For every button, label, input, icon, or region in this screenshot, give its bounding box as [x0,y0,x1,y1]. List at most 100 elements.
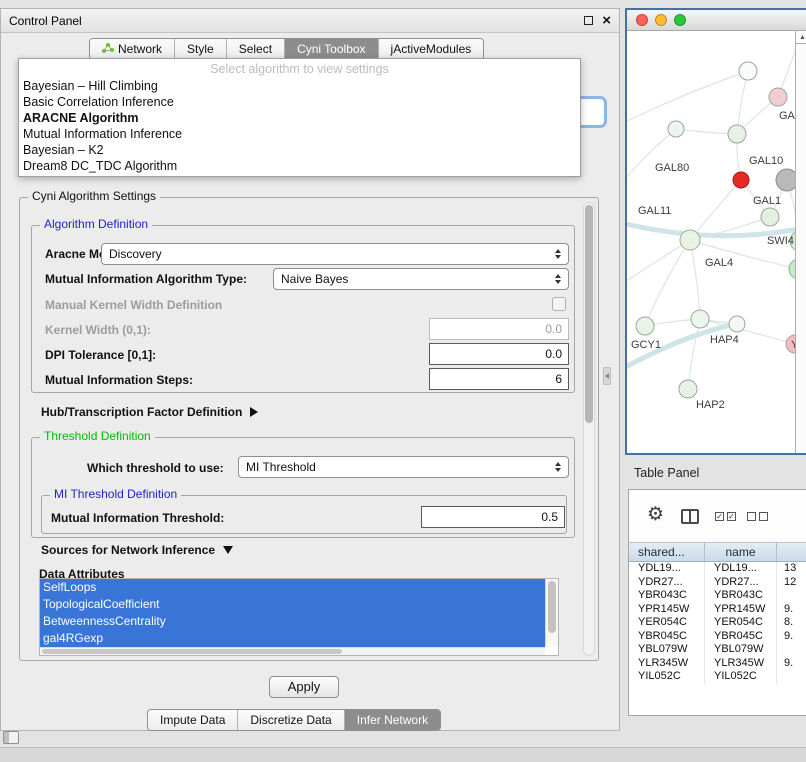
table-cell [777,670,806,684]
tab-cyni-toolbox[interactable]: Cyni Toolbox [284,39,377,59]
dpi-tolerance-field[interactable]: 0.0 [429,343,569,365]
attribute-list-vscrollbar[interactable] [545,579,558,647]
algorithm-option-bayesian-hill-climbing[interactable]: Bayesian – Hill Climbing [19,78,580,94]
column-header-shared[interactable]: shared... [629,543,705,561]
scroll-up-icon[interactable]: ▲ [796,31,806,44]
status-strip [0,747,806,762]
zoom-traffic-light[interactable] [674,14,686,26]
mi-steps-field[interactable]: 6 [429,368,569,390]
attribute-list-hthumb[interactable] [42,649,342,654]
panel-resize-handle[interactable] [603,367,611,385]
network-node[interactable] [636,317,654,335]
algorithm-option-dream8-dc-tdc-algorithm[interactable]: Dream8 DC_TDC Algorithm [19,158,580,174]
network-edge[interactable] [688,319,700,389]
attribute-item-betweennesscentrality[interactable]: BetweennessCentrality [40,613,546,630]
bottom-tab-impute-data[interactable]: Impute Data [148,710,237,730]
close-traffic-light[interactable] [636,14,648,26]
network-node[interactable] [668,121,684,137]
table-row[interactable]: YIL052CYIL052C [629,670,806,684]
network-edge[interactable] [627,71,748,123]
table-row[interactable]: YBR043CYBR043C [629,589,806,603]
hub-definition-toggle[interactable]: Hub/Transcription Factor Definition [41,403,258,421]
attribute-item-topologicalcoefficient[interactable]: TopologicalCoefficient [40,596,546,613]
network-edge[interactable] [645,240,690,326]
aracne-mode-select[interactable]: Discovery [101,243,569,265]
node-label-gal4: GAL4 [705,257,733,269]
tab-jactivemodules[interactable]: jActiveModules [378,39,484,59]
table-cell: YIL052C [629,670,705,684]
network-node[interactable] [739,62,757,80]
deselect-all-icon[interactable] [747,512,768,521]
mi-threshold-group-title: MI Threshold Definition [50,487,181,501]
table-cell: 9. [777,657,806,671]
network-vscrollbar[interactable]: ▲ [795,31,806,453]
table-cell: 8. [777,616,806,630]
attribute-item-selfloops[interactable]: SelfLoops [40,579,546,596]
mi-threshold-field[interactable]: 0.5 [421,506,565,528]
minimize-traffic-light[interactable] [655,14,667,26]
table-row[interactable]: YDR27...YDR27...12 [629,576,806,590]
network-node[interactable] [679,380,697,398]
table-panel-toolbar: ⚙ ✓ ✓ [629,490,806,542]
tab-network[interactable]: Network [90,39,174,59]
which-threshold-select[interactable]: MI Threshold [238,456,569,478]
tab-select[interactable]: Select [226,39,284,59]
bottom-tab-infer-network-label: Infer Network [357,713,428,727]
network-node[interactable] [691,310,709,328]
network-node[interactable] [733,172,749,188]
apply-button[interactable]: Apply [269,676,339,698]
attribute-list-vthumb[interactable] [548,581,556,633]
settings-scrollbar[interactable] [583,202,595,656]
dpi-tolerance-label: DPI Tolerance [0,1]: [45,346,156,364]
settings-scrollbar-thumb[interactable] [585,205,593,423]
algorithm-option-basic-correlation-inference[interactable]: Basic Correlation Inference [19,94,580,110]
table-row[interactable]: YPR145WYPR145W9. [629,603,806,617]
algorithm-option-bayesian-k2[interactable]: Bayesian – K2 [19,142,580,158]
float-window-icon[interactable] [584,16,593,25]
gear-icon[interactable]: ⚙ [647,503,664,526]
kernel-width-field[interactable]: 0.0 [429,318,569,340]
network-node[interactable] [769,88,787,106]
table-row[interactable]: YLR345WYLR345W9. [629,657,806,671]
select-all-icon[interactable]: ✓ ✓ [715,512,736,521]
column-header-name[interactable]: name [705,543,777,561]
manual-kernel-checkbox[interactable] [552,297,566,311]
settings-group-title: Cyni Algorithm Settings [28,189,160,203]
table-row[interactable]: YDL19...YDL19...13 [629,562,806,576]
table-row[interactable]: YER054CYER054C8. [629,616,806,630]
tab-style[interactable]: Style [174,39,226,59]
columns-icon[interactable] [681,509,699,524]
bottom-tab-discretize-data[interactable]: Discretize Data [237,710,343,730]
attribute-list-hscrollbar[interactable] [40,647,545,655]
tab-cyni-toolbox-label: Cyni Toolbox [297,42,365,56]
unchecked-box-icon [747,512,756,521]
table-cell [777,643,806,657]
network-icon [102,42,114,57]
table-row[interactable]: YBL079WYBL079W [629,643,806,657]
network-node[interactable] [776,169,795,191]
table-cell: YDL19... [629,562,705,576]
mi-algorithm-type-select[interactable]: Naive Bayes [273,268,569,290]
network-edge[interactable] [690,240,700,319]
checked-box-icon: ✓ [715,512,724,521]
algorithm-option-aracne-algorithm[interactable]: ARACNE Algorithm [19,110,580,126]
network-node[interactable] [761,208,779,226]
unchecked-box-icon [759,512,768,521]
control-panel-titlebar: Control Panel × [1,9,619,33]
table-cell: YDL19... [705,562,777,576]
table-row[interactable]: YBR045CYBR045C9. [629,630,806,644]
attribute-item-gal4rgexp[interactable]: gal4RGexp [40,630,546,647]
network-edge[interactable] [627,240,690,283]
column-header-extra[interactable] [777,543,806,561]
network-canvas[interactable]: GAL7GAL80GAL10GAL11GAL1SWI4GAL4GCY1HAP4Y… [627,31,795,453]
network-edge[interactable] [690,180,741,240]
network-node[interactable] [728,125,746,143]
panel-dock-icon[interactable] [3,731,19,744]
algorithm-option-mutual-information-inference[interactable]: Mutual Information Inference [19,126,580,142]
table-cell: YDR27... [629,576,705,590]
network-node[interactable] [680,230,700,250]
sources-toggle[interactable]: Sources for Network Inference [41,541,233,559]
network-node[interactable] [729,316,745,332]
close-icon[interactable]: × [602,15,611,27]
bottom-tab-infer-network[interactable]: Infer Network [344,710,440,730]
